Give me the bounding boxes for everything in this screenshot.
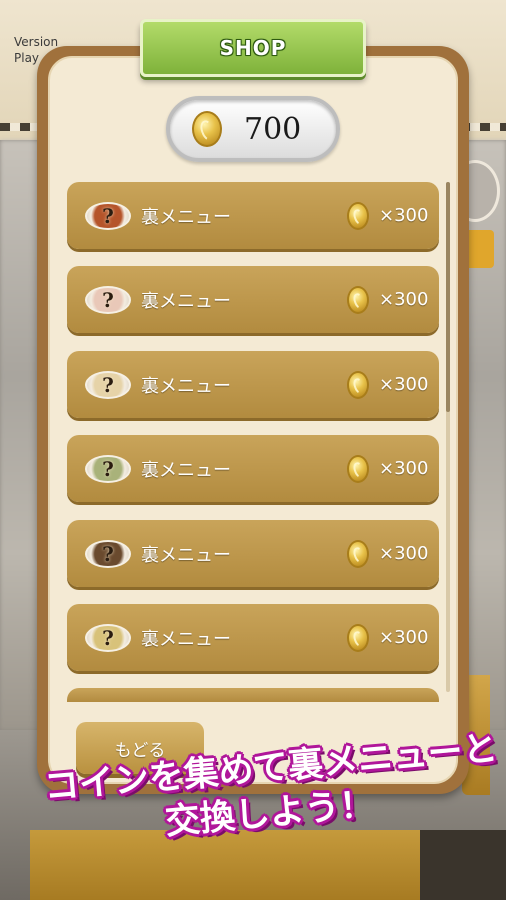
coin-balance-value: 700: [244, 111, 302, 147]
version-label: Version: [14, 35, 59, 49]
item-label: 裏メニュー: [141, 206, 231, 228]
shop-item-row[interactable]: ? 裏メニュー ×300: [67, 182, 439, 249]
coin-icon: [347, 454, 369, 483]
background-dark-block: [420, 830, 506, 900]
coin-icon: [347, 370, 369, 399]
coin-icon: [192, 111, 222, 147]
shop-item-list[interactable]: ? 裏メニュー ×300 ? 裏メニュー ×300 ? 裏メニュー ×300 ?…: [67, 182, 439, 692]
coin-icon: [347, 623, 369, 652]
list-scrollbar-thumb[interactable]: [446, 182, 450, 412]
mystery-dish-icon: ?: [85, 370, 131, 399]
shop-item-row-partial[interactable]: [67, 688, 439, 702]
item-price: ×300: [379, 205, 429, 226]
item-price: ×300: [379, 374, 429, 395]
mystery-dish-icon: ?: [85, 285, 131, 314]
item-label: 裏メニュー: [141, 544, 231, 566]
mystery-dish-icon: ?: [85, 201, 131, 230]
shop-title-tab: SHOP: [140, 19, 366, 77]
mystery-dish-icon: ?: [85, 454, 131, 483]
mystery-dish-icon: ?: [85, 539, 131, 568]
coin-balance: 700: [166, 96, 340, 162]
item-label: 裏メニュー: [141, 628, 231, 650]
coin-icon: [347, 201, 369, 230]
shop-item-row[interactable]: ? 裏メニュー ×300: [67, 435, 439, 502]
shop-item-row[interactable]: ? 裏メニュー ×300: [67, 520, 439, 587]
item-price: ×300: [379, 543, 429, 564]
item-label: 裏メニュー: [141, 375, 231, 397]
item-label: 裏メニュー: [141, 290, 231, 312]
shop-item-row[interactable]: ? 裏メニュー ×300: [67, 351, 439, 418]
shop-title: SHOP: [219, 36, 287, 60]
item-price: ×300: [379, 289, 429, 310]
mystery-dish-icon: ?: [85, 623, 131, 652]
coin-icon: [347, 285, 369, 314]
shop-item-row[interactable]: ? 裏メニュー ×300: [67, 266, 439, 333]
item-label: 裏メニュー: [141, 459, 231, 481]
item-price: ×300: [379, 627, 429, 648]
item-price: ×300: [379, 458, 429, 479]
shop-item-row[interactable]: ? 裏メニュー ×300: [67, 604, 439, 671]
coin-icon: [347, 539, 369, 568]
